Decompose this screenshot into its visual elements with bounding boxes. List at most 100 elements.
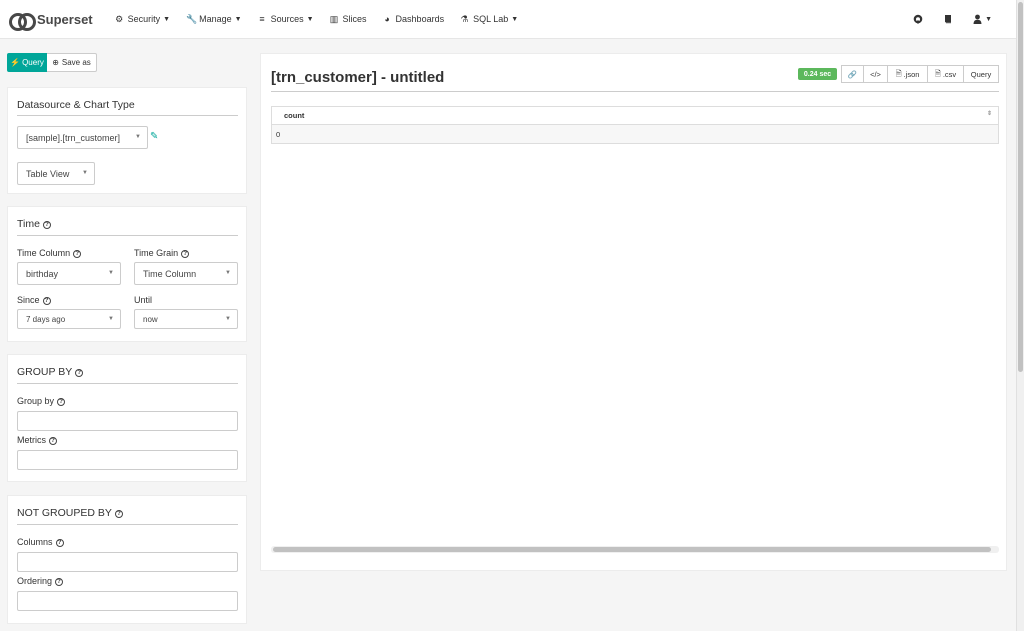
viz-type-select[interactable]: Table View ▼ — [17, 162, 95, 185]
bolt-icon: ⚡ — [10, 58, 21, 67]
datasource-select-value: [sample].[trn_customer] — [26, 132, 121, 143]
divider — [17, 235, 238, 236]
copy-link-button[interactable]: 🔗 — [841, 65, 864, 83]
caret-down-icon: ▼ — [225, 270, 231, 276]
chevron-down-icon: ▼ — [163, 15, 171, 23]
bar-chart-icon: ▥ — [329, 13, 339, 24]
save-as-label: Save as — [61, 58, 91, 67]
plus-circle-icon: ⊕ — [52, 58, 59, 67]
help-icon: ? — [75, 369, 84, 377]
nav-sources[interactable]: ≡ Sources ▼ — [258, 14, 314, 24]
wrench-icon: 🔧 — [186, 13, 198, 24]
database-icon: ≡ — [259, 14, 265, 24]
help-icon: ? — [114, 510, 123, 518]
nav-security[interactable]: ⚙ Security ▼ — [115, 14, 170, 25]
edit-datasource-icon[interactable]: ✎ — [150, 131, 158, 142]
group-by-panel-title: GROUP BY? — [17, 366, 84, 378]
chart-title: [trn_customer] - untitled — [271, 69, 445, 86]
until-select[interactable]: now ▼ — [134, 309, 238, 329]
user-menu[interactable]: ▼ — [973, 14, 992, 24]
datasource-select[interactable]: [sample].[trn_customer] ▼ — [17, 126, 148, 149]
code-icon: </> — [870, 69, 881, 79]
time-column-select[interactable]: birthday ▼ — [17, 262, 121, 285]
until-label: Until — [134, 295, 153, 305]
metrics-input[interactable] — [17, 450, 238, 470]
nav-slices[interactable]: ▥ Slices — [330, 14, 367, 25]
export-csv-button[interactable]: 🗎 .csv — [928, 65, 964, 83]
github-link[interactable] — [913, 14, 923, 24]
nav-right-group: ▼ — [903, 14, 1002, 24]
nav-manage-label: Manage — [199, 14, 232, 24]
metrics-label: Metrics? — [17, 435, 57, 445]
brand-name: Superset — [37, 11, 93, 27]
columns-label: Columns? — [17, 537, 64, 547]
book-icon — [945, 15, 952, 24]
not-grouped-by-panel: NOT GROUPED BY? Columns? Ordering? — [7, 495, 247, 624]
ordering-input[interactable] — [17, 591, 238, 611]
embed-code-button[interactable]: </> — [864, 65, 888, 83]
group-by-input[interactable] — [17, 411, 238, 431]
caret-down-icon: ▼ — [82, 170, 88, 176]
group-by-label: Group by? — [17, 396, 66, 406]
nav-sql-lab-label: SQL Lab — [473, 14, 509, 24]
nav-slices-label: Slices — [342, 14, 367, 24]
help-icon: ? — [181, 250, 190, 258]
export-csv-label: .csv — [942, 69, 957, 79]
export-json-label: .json — [903, 69, 920, 79]
user-icon — [973, 14, 982, 24]
ordering-label: Ordering? — [17, 576, 64, 586]
since-select[interactable]: 7 days ago ▼ — [17, 309, 121, 329]
help-icon: ? — [42, 221, 51, 229]
time-grain-value: Time Column — [143, 268, 197, 279]
superset-logo-icon — [9, 13, 36, 31]
caret-down-icon: ▼ — [108, 270, 114, 276]
chevron-down-icon: ▼ — [306, 15, 314, 23]
chevron-down-icon: ▼ — [234, 15, 242, 23]
since-label: Since? — [17, 295, 51, 305]
nav-dashboards-label: Dashboards — [395, 14, 445, 24]
table-header-count[interactable]: count ⇕ — [271, 106, 999, 125]
link-icon: 🔗 — [847, 69, 858, 79]
brand[interactable]: Superset — [9, 11, 93, 31]
time-grain-select[interactable]: Time Column ▼ — [134, 262, 238, 285]
save-as-button[interactable]: ⊕ Save as — [47, 53, 97, 72]
page-scrollbar-thumb[interactable] — [1018, 2, 1023, 372]
time-column-label: Time Column? — [17, 248, 82, 258]
table-cell: 0 — [276, 129, 281, 139]
caret-down-icon: ▼ — [135, 134, 141, 140]
run-query-button[interactable]: ⚡ Query — [7, 53, 47, 72]
sort-icon: ⇕ — [986, 111, 992, 117]
page-scrollbar[interactable] — [1016, 0, 1024, 631]
export-json-button[interactable]: 🗎 .json — [888, 65, 928, 83]
docs-link[interactable] — [943, 14, 953, 24]
time-grain-label: Time Grain? — [134, 248, 190, 258]
chevron-down-icon: ▼ — [511, 15, 519, 23]
view-query-label: Query — [970, 69, 992, 79]
nav-sql-lab[interactable]: ⚗ SQL Lab ▼ — [460, 13, 519, 25]
until-value: now — [143, 314, 158, 324]
columns-input[interactable] — [17, 552, 238, 572]
time-column-value: birthday — [26, 268, 59, 279]
nav-dashboards[interactable]: ◕ Dashboards — [383, 14, 445, 24]
table-row: 0 — [271, 125, 999, 144]
help-icon: ? — [49, 437, 57, 445]
divider — [271, 91, 999, 92]
nav-manage[interactable]: 🔧 Manage ▼ — [186, 14, 241, 25]
nav-sources-label: Sources — [270, 14, 304, 24]
flask-icon: ⚗ — [460, 13, 469, 24]
top-navbar: Superset ⚙ Security ▼ 🔧 Manage ▼ ≡ Sourc… — [0, 0, 1016, 39]
github-icon — [913, 14, 923, 24]
help-icon: ? — [73, 250, 82, 258]
results-table: count ⇕ 0 — [271, 106, 999, 144]
dashboard-icon: ◕ — [384, 14, 390, 24]
run-query-label: Query — [22, 58, 44, 67]
view-query-button[interactable]: Query — [964, 65, 999, 83]
caret-down-icon: ▼ — [225, 316, 231, 322]
table-header-label: count — [284, 111, 305, 120]
table-horizontal-scrollbar[interactable] — [271, 546, 999, 553]
table-horizontal-scrollbar-thumb[interactable] — [273, 547, 991, 552]
chevron-down-icon: ▼ — [985, 15, 992, 23]
time-panel-title: Time? — [17, 218, 51, 230]
help-icon: ? — [55, 578, 64, 586]
help-icon: ? — [55, 539, 64, 547]
